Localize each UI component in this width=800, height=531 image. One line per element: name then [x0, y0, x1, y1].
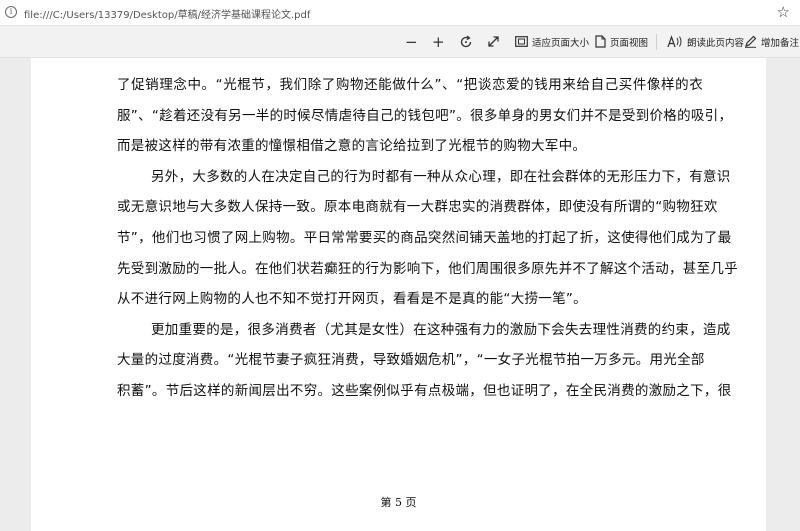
text-line: 另外，大多数的人在决定自己的行为时都有一种从众心理，即在社会群体的无形压力下，有… — [151, 168, 731, 185]
text-line: 从不进行网上购物的人也不知不觉打开网页，看看是不是真的能“大捞一笔”。 — [117, 291, 587, 308]
rotate-icon — [459, 34, 473, 49]
page-number: 第 5 页 — [380, 496, 417, 509]
fit-page-icon — [515, 36, 528, 47]
fullscreen-button[interactable] — [487, 26, 504, 57]
minus-icon: − — [405, 32, 418, 51]
text-line: 服”、“趁着还没有另一半的时候尽情虐待自己的钱包吧”。很多单身的男女们并不是受到… — [117, 107, 733, 124]
text-line: 节”，他们也习惯了网上购物。平日常常要买的商品突然间铺天盖地的打起了折，这使得他… — [117, 229, 732, 246]
add-notes-label: 增加备注 — [761, 37, 800, 49]
url-text[interactable]: file:///C:/Users/13379/Desktop/草稿/经济学基础课… — [24, 6, 310, 21]
pen-icon — [744, 35, 757, 48]
rotate-button[interactable] — [459, 26, 477, 57]
read-aloud-label: 朗读此页内容 — [687, 37, 745, 49]
pdf-toolbar: − + 适应页面大小 页面视图 朗读此页内容 增加备注 — [0, 26, 800, 58]
text-line: 更加重要的是，很多消费者（尤其是女性）在这种强有力的激励下会失去理性消费的约束，… — [151, 321, 731, 338]
expand-icon — [487, 35, 500, 48]
text-line: 先受到激励的一批人。在他们状若癫狂的行为影响下，他们周围很多原先并不了解这个活动… — [117, 260, 738, 277]
text-line: 了促销理念中。“光棍节，我们除了购物还能做什么”、“把谈恋爱的钱用来给自己买件像… — [117, 77, 703, 93]
fit-page-button[interactable]: 适应页面大小 — [515, 26, 589, 57]
text-line: 大量的过度消费。“光棍节妻子疯狂消费，导致婚姻危机”，“一女子光棍节拍一万多元。… — [117, 352, 705, 369]
page-view-label: 页面视图 — [610, 37, 649, 49]
zoom-in-button[interactable]: + — [432, 26, 445, 57]
zoom-out-button[interactable]: − — [405, 26, 418, 57]
add-notes-button[interactable]: 增加备注 — [744, 26, 799, 57]
read-aloud-button[interactable]: 朗读此页内容 — [667, 26, 744, 57]
toolbar-divider — [656, 34, 657, 50]
plus-icon: + — [432, 32, 445, 51]
info-icon[interactable]: i — [5, 6, 17, 18]
text-line: 而是被这样的带有浓重的憧憬相借之意的言论给拉到了光棍节的购物大军中。 — [117, 138, 587, 155]
read-aloud-icon — [667, 35, 683, 48]
pdf-page: 了促销理念中。“光棍节，我们除了购物还能做什么”、“把谈恋爱的钱用来给自己买件像… — [31, 58, 766, 531]
text-line: 或无意识地与大多数人保持一致。原本电商就有一大群忠实的消费群体，即使没有所谓的“… — [117, 199, 718, 216]
favorite-star-icon[interactable]: ☆ — [777, 3, 790, 21]
text-line: 积蓄”。节后这样的新闻层出不穷。这些案例似乎有点极端，但也证明了，在全民消费的激… — [117, 382, 732, 399]
page-view-icon — [595, 35, 606, 48]
page-body-text: 了促销理念中。“光棍节，我们除了购物还能做什么”、“把谈恋爱的钱用来给自己买件像… — [117, 70, 738, 407]
fit-page-label: 适应页面大小 — [532, 37, 590, 49]
address-bar: i file:///C:/Users/13379/Desktop/草稿/经济学基… — [0, 0, 800, 26]
page-view-button[interactable]: 页面视图 — [595, 26, 648, 57]
